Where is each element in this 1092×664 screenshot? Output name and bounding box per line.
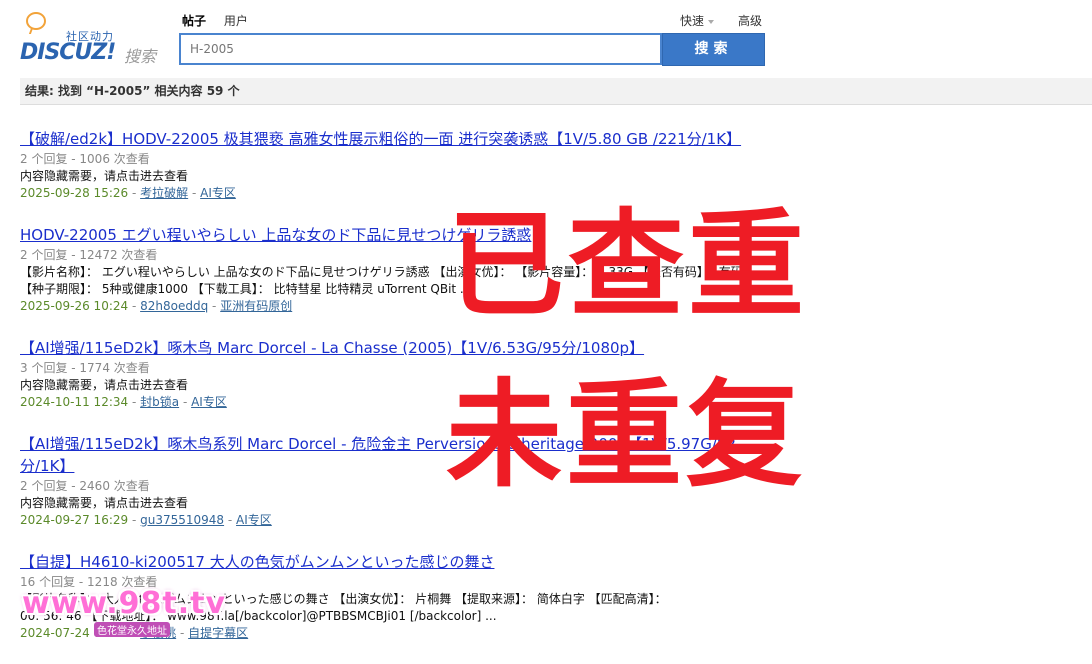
result-meta: 16 个回复 - 1218 次查看 (20, 575, 158, 589)
author-link[interactable]: gu375510948 (140, 513, 224, 527)
result-date: 2024-09-27 16:29 (20, 513, 129, 527)
list-item: HODV-22005 エグい程いやらしい 上品な女のド下品に見せつけゲリラ誘惑 … (20, 224, 780, 315)
separator: - (131, 186, 141, 200)
separator: - (131, 513, 141, 527)
result-title-link[interactable]: 【AI增强/115eD2k】啄木鸟系列 Marc Dorcel - 危险金主 P… (20, 435, 736, 475)
list-item: 【自提】H4610-ki200517 大人の色気がムンムンといった感じの舞さ 1… (20, 551, 780, 642)
result-summary-text: 【影片名称】： 大人の色気がムンムンといった感じの舞さ 【出演女优】： 片桐舞 … (20, 592, 667, 606)
result-footer: 2024-07-24 07:45 - 小樱桃 - 自提字幕区 (20, 625, 780, 642)
author-link[interactable]: 考拉破解 (140, 186, 188, 200)
result-meta: 3 个回复 - 1774 次查看 (20, 361, 150, 375)
result-summary-text: 内容隐藏需要，请点击进去查看 (20, 378, 189, 392)
result-title-link[interactable]: 【AI增强/115eD2k】啄木鸟 Marc Dorcel - La Chass… (20, 339, 644, 357)
separator: - (227, 513, 237, 527)
result-footer: 2024-10-11 12:34 - 封b锁a - AI专区 (20, 394, 780, 411)
separator: - (191, 186, 201, 200)
logo-subtitle: 搜索 (124, 47, 157, 66)
separator: - (131, 395, 141, 409)
result-summary-text-2: 【种子期限】： 5种或健康1000 【下载工具】： 比特彗星 比特精灵 uTor… (20, 282, 472, 296)
result-footer: 2024-09-27 16:29 - gu375510948 - AI专区 (20, 512, 780, 529)
result-date: 2024-07-24 07:45 (20, 626, 129, 640)
author-link[interactable]: 封b锁a (140, 395, 179, 409)
separator: - (131, 299, 141, 313)
result-footer: 2025-09-26 10:24 - 82h8oeddq - 亚洲有码原创 (20, 298, 780, 315)
logo-wordmark: DISCUZ! (20, 40, 116, 65)
search-button[interactable]: 搜索 (662, 33, 765, 66)
result-summary-text-2: 00: 56: 46 【下载地址】： www.98T.la[/backcolor… (20, 609, 497, 623)
quick-search-label: 快速 (680, 14, 705, 28)
result-summary-text: 内容隐藏需要，请点击进去查看 (20, 169, 189, 183)
result-summary-text: 内容隐藏需要，请点击进去查看 (20, 496, 189, 510)
result-title-link[interactable]: 【自提】H4610-ki200517 大人の色気がムンムンといった感じの舞さ (20, 553, 494, 571)
caret-down-icon (708, 19, 715, 24)
author-link[interactable]: 82h8oeddq (140, 299, 208, 313)
site-logo[interactable]: 社区动力 DISCUZ! 搜索 (20, 10, 170, 66)
search-input[interactable]: H-2005 (179, 33, 662, 65)
result-date: 2025-09-26 10:24 (20, 299, 129, 313)
forum-link[interactable]: AI专区 (236, 513, 272, 527)
result-summary: 结果: 找到 “H-2005” 相关内容 59 个 (20, 78, 1092, 105)
author-link[interactable]: 小樱桃 (140, 626, 176, 640)
result-list: 【破解/ed2k】HODV-22005 极其猥亵 高雅女性展示粗俗的一面 进行突… (20, 128, 780, 664)
forum-link[interactable]: 自提字幕区 (188, 626, 248, 640)
result-meta: 2 个回复 - 2460 次查看 (20, 479, 150, 493)
list-item: 【破解/ed2k】HODV-22005 极其猥亵 高雅女性展示粗俗的一面 进行突… (20, 128, 780, 202)
separator: - (182, 395, 192, 409)
tab-posts[interactable]: 帖子 (182, 12, 206, 29)
result-date: 2024-10-11 12:34 (20, 395, 129, 409)
list-item: 【AI增强/115eD2k】啄木鸟 Marc Dorcel - La Chass… (20, 337, 780, 411)
result-meta: 2 个回复 - 1006 次查看 (20, 152, 150, 166)
forum-link[interactable]: AI专区 (200, 186, 236, 200)
result-footer: 2025-09-28 15:26 - 考拉破解 - AI专区 (20, 185, 780, 202)
search-type-tabs: 帖子 用户 (182, 12, 262, 29)
result-title-link[interactable]: 【破解/ed2k】HODV-22005 极其猥亵 高雅女性展示粗俗的一面 进行突… (20, 130, 741, 148)
separator: - (212, 299, 221, 313)
separator: - (131, 626, 141, 640)
advanced-search-link[interactable]: 高级 (738, 12, 762, 29)
quick-search-dropdown[interactable]: 快速 (680, 12, 715, 29)
forum-link[interactable]: AI专区 (191, 395, 227, 409)
result-date: 2025-09-28 15:26 (20, 186, 129, 200)
tab-users[interactable]: 用户 (224, 12, 248, 29)
result-meta: 2 个回复 - 12472 次查看 (20, 248, 158, 262)
forum-link[interactable]: 亚洲有码原创 (220, 299, 292, 313)
separator: - (179, 626, 189, 640)
list-item: 【AI增强/115eD2k】啄木鸟系列 Marc Dorcel - 危险金主 P… (20, 433, 780, 529)
speech-bubble-icon (26, 12, 46, 30)
result-summary-text: 【影片名称】： エグい程いやらしい 上品な女のド下品に見せつけゲリラ誘惑 【出演… (20, 265, 743, 279)
result-title-link[interactable]: HODV-22005 エグい程いやらしい 上品な女のド下品に見せつけゲリラ誘惑 (20, 226, 531, 244)
